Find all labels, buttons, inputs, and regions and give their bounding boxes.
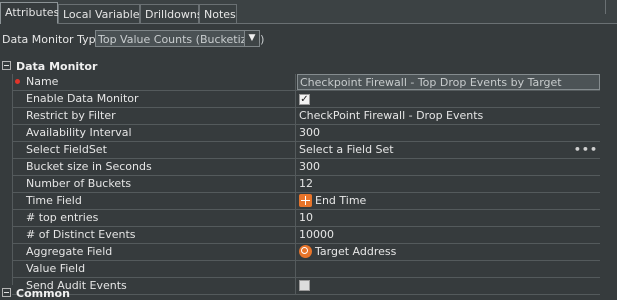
tab-attributes[interactable]: Attributes	[0, 2, 59, 24]
tab-bar: Attributes Local Variables Drilldowns No…	[0, 0, 617, 24]
value-field-field[interactable]	[297, 261, 600, 277]
property-row-number-of-buckets: Number of Buckets 12	[12, 176, 600, 193]
property-grid: Name Checkpoint Firewall - Top Drop Even…	[12, 74, 600, 295]
collapse-icon[interactable]	[2, 288, 11, 297]
property-label: # top entries	[12, 210, 296, 226]
aggregate-field-field[interactable]: Target Address	[297, 244, 600, 260]
data-monitor-type-label: Data Monitor Type	[2, 33, 103, 46]
property-row-name: Name Checkpoint Firewall - Top Drop Even…	[12, 74, 600, 91]
property-label: # of Distinct Events	[12, 227, 296, 243]
data-monitor-type-select[interactable]: Top Value Counts (Bucketized) ▼	[95, 30, 264, 47]
top-entries-field[interactable]: 10	[297, 210, 600, 226]
tab-local-variables[interactable]: Local Variables	[58, 4, 145, 24]
tab-notes[interactable]: Notes	[199, 4, 237, 24]
time-field-icon	[299, 194, 312, 207]
tab-drilldowns[interactable]: Drilldowns	[140, 4, 203, 24]
property-row-aggregate-field: Aggregate Field Target Address	[12, 244, 600, 261]
number-of-buckets-field[interactable]: 12	[297, 176, 600, 192]
property-row-send-audit-events: Send Audit Events	[12, 278, 600, 295]
property-label: Availability Interval	[12, 125, 296, 141]
send-audit-events-checkbox[interactable]	[299, 280, 310, 291]
collapse-icon[interactable]	[2, 61, 11, 70]
send-audit-events-cell	[297, 278, 600, 294]
browse-icon[interactable]: •••	[574, 142, 598, 157]
property-row-bucket-size: Bucket size in Seconds 300	[12, 159, 600, 176]
target-address-icon	[299, 245, 312, 258]
chevron-down-icon[interactable]: ▼	[244, 31, 259, 46]
panel-divider	[605, 0, 606, 14]
enable-data-monitor-cell: ✓	[297, 91, 600, 107]
property-label: Time Field	[12, 193, 296, 209]
property-row-select-fieldset: Select FieldSet Select a Field Set •••	[12, 142, 600, 159]
bucket-size-field[interactable]: 300	[297, 159, 600, 175]
property-label: Restrict by Filter	[12, 108, 296, 124]
enable-data-monitor-checkbox[interactable]: ✓	[299, 94, 310, 105]
property-row-restrict-by-filter: Restrict by Filter CheckPoint Firewall -…	[12, 108, 600, 125]
restrict-by-filter-field[interactable]: CheckPoint Firewall - Drop Events	[297, 108, 600, 124]
section-title: Data Monitor	[16, 60, 98, 73]
property-label: Enable Data Monitor	[12, 91, 296, 107]
property-label: Select FieldSet	[12, 142, 296, 158]
data-monitor-type-value: Top Value Counts (Bucketized)	[98, 33, 265, 46]
distinct-events-field[interactable]: 10000	[297, 227, 600, 243]
property-row-top-entries: # top entries 10	[12, 210, 600, 227]
property-row-availability-interval: Availability Interval 300	[12, 125, 600, 142]
property-row-enable-data-monitor: Enable Data Monitor ✓	[12, 91, 600, 108]
property-row-time-field: Time Field End Time	[12, 193, 600, 210]
required-indicator-icon	[15, 79, 20, 84]
time-field-field[interactable]: End Time	[297, 193, 600, 209]
property-label: Bucket size in Seconds	[12, 159, 296, 175]
select-fieldset-field[interactable]: Select a Field Set •••	[297, 142, 600, 158]
property-label: Number of Buckets	[12, 176, 296, 192]
property-label: Aggregate Field	[12, 244, 296, 260]
availability-interval-field[interactable]: 300	[297, 125, 600, 141]
name-field[interactable]: Checkpoint Firewall - Top Drop Events by…	[297, 74, 600, 90]
property-row-distinct-events: # of Distinct Events 10000	[12, 227, 600, 244]
property-label: Value Field	[12, 261, 296, 277]
tab-underline	[57, 23, 617, 24]
data-monitor-section-header[interactable]: Data Monitor	[2, 60, 97, 73]
property-label: Name	[12, 74, 296, 90]
property-row-value-field: Value Field	[12, 261, 600, 278]
